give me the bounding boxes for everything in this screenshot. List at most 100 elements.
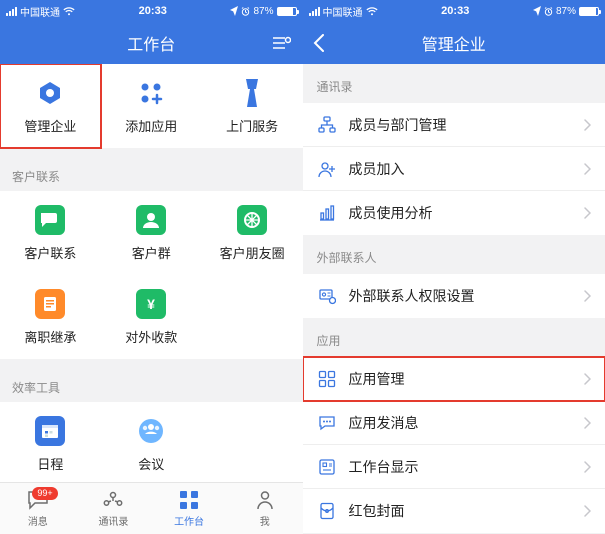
carrier-label: 中国联通	[323, 4, 363, 19]
onsite-service-icon	[237, 78, 267, 108]
tile-label: 离职继承	[24, 327, 76, 346]
row-ext-perm[interactable]: 外部联系人权限设置	[303, 274, 605, 318]
battery-label: 87%	[253, 6, 273, 17]
section-efficiency-title: 效率工具	[0, 369, 303, 402]
member-dept-icon	[317, 115, 337, 135]
row-label: 成员使用分析	[349, 203, 585, 223]
row-label: 成员与部门管理	[349, 115, 585, 135]
tab-me-icon	[254, 489, 276, 511]
signal-icon	[309, 7, 320, 16]
carrier-label: 中国联通	[20, 4, 60, 19]
external-collect-icon: ¥	[136, 289, 166, 319]
tab-label: 我	[260, 513, 270, 528]
tile-label: 客户群	[132, 243, 171, 262]
row-label: 应用管理	[349, 369, 585, 389]
top-grid: 管理企业 添加应用 上门服务	[0, 64, 303, 148]
member-join-icon	[317, 159, 337, 179]
customer-grid: 客户联系 客户群 客户朋友圈 离职继承 ¥ 对外收款	[0, 191, 303, 359]
svg-text:¥: ¥	[147, 296, 155, 312]
row-member-dept[interactable]: 成员与部门管理	[303, 103, 605, 147]
tile-leave-inherit[interactable]: 离职继承	[0, 275, 101, 359]
signal-icon	[6, 7, 17, 16]
row-app-manage[interactable]: 应用管理	[303, 357, 605, 401]
customer-group-icon	[136, 205, 166, 235]
ext-perm-icon	[317, 286, 337, 306]
red-cover-icon	[317, 501, 337, 521]
tab-bar: 消息 99+ 通讯录 工作台 我	[0, 482, 303, 534]
row-label: 红包封面	[349, 501, 585, 521]
tab-label: 工作台	[174, 513, 204, 528]
tile-customer-group[interactable]: 客户群	[101, 191, 202, 275]
row-workbench-disp[interactable]: 工作台显示	[303, 445, 605, 489]
meeting-icon	[136, 416, 166, 446]
chevron-right-icon	[584, 163, 591, 175]
manage-body: 通讯录 成员与部门管理 成员加入 成员	[303, 64, 605, 534]
app-send-icon	[317, 413, 337, 433]
battery-icon	[277, 7, 297, 16]
tab-label: 消息	[28, 513, 48, 528]
battery-icon	[579, 7, 599, 16]
schedule-icon	[35, 416, 65, 446]
tab-contacts[interactable]: 通讯录	[76, 483, 152, 534]
tab-me[interactable]: 我	[227, 483, 303, 534]
tile-label: 上门服务	[226, 116, 278, 135]
add-app-icon	[136, 78, 166, 108]
status-bar: 中国联通 20:33 87%	[303, 0, 605, 22]
workbench-disp-icon	[317, 457, 337, 477]
tab-work-icon	[178, 489, 200, 511]
section-customer-title: 客户联系	[0, 158, 303, 191]
wifi-icon	[366, 7, 378, 16]
tab-contacts-icon	[102, 489, 124, 511]
member-usage-icon	[317, 203, 337, 223]
settings-icon[interactable]	[273, 36, 291, 50]
tile-schedule[interactable]: 日程	[0, 402, 101, 482]
group-title: 外部联系人	[303, 235, 605, 274]
row-member-usage[interactable]: 成员使用分析	[303, 191, 605, 235]
tile-customer-contact[interactable]: 客户联系	[0, 191, 101, 275]
chevron-right-icon	[584, 119, 591, 131]
phone-workbench: 中国联通 20:33 87% 工作台 管理企业 添	[0, 0, 303, 534]
location-icon	[533, 6, 541, 16]
row-label: 应用发消息	[349, 413, 585, 433]
tile-onsite-service[interactable]: 上门服务	[202, 64, 303, 148]
tile-customer-moments[interactable]: 客户朋友圈	[202, 191, 303, 275]
app-manage-icon	[317, 369, 337, 389]
chevron-right-icon	[584, 207, 591, 219]
back-icon[interactable]	[313, 34, 324, 52]
tile-meeting[interactable]: 会议	[101, 402, 202, 482]
row-label: 工作台显示	[349, 457, 585, 477]
tile-label: 客户联系	[24, 243, 76, 262]
row-member-join[interactable]: 成员加入	[303, 147, 605, 191]
nav-bar: 管理企业	[303, 22, 605, 64]
tile-label: 管理企业	[24, 116, 76, 135]
tab-work[interactable]: 工作台	[151, 483, 227, 534]
tile-manage-enterprise[interactable]: 管理企业	[0, 64, 101, 148]
tile-add-app[interactable]: 添加应用	[101, 64, 202, 148]
row-label: 外部联系人权限设置	[349, 286, 585, 306]
wifi-icon	[63, 7, 75, 16]
chevron-right-icon	[584, 505, 591, 517]
tile-label: 对外收款	[125, 327, 177, 346]
customer-moments-icon	[237, 205, 267, 235]
tile-label: 客户朋友圈	[220, 243, 285, 262]
tile-external-collect[interactable]: ¥ 对外收款	[101, 275, 202, 359]
tile-label: 日程	[37, 454, 63, 473]
row-app-send[interactable]: 应用发消息	[303, 401, 605, 445]
chevron-right-icon	[584, 373, 591, 385]
tab-msg[interactable]: 消息 99+	[0, 483, 76, 534]
row-red-cover[interactable]: 红包封面	[303, 489, 605, 533]
manage-enterprise-icon	[35, 78, 65, 108]
tile-label: 会议	[138, 454, 164, 473]
status-bar: 中国联通 20:33 87%	[0, 0, 303, 22]
alarm-icon	[544, 7, 553, 16]
customer-contact-icon	[35, 205, 65, 235]
clock-label: 20:33	[139, 5, 167, 17]
nav-bar: 工作台	[0, 22, 303, 64]
page-title: 工作台	[127, 31, 175, 55]
leave-inherit-icon	[35, 289, 65, 319]
workbench-body: 管理企业 添加应用 上门服务 客户联系 客户联系 客户群 客户朋友圈 离职继承 ¥…	[0, 64, 303, 482]
group-title: 通讯录	[303, 64, 605, 103]
efficiency-grid: 日程 会议	[0, 402, 303, 482]
group-title: 应用	[303, 318, 605, 357]
phone-manage: 中国联通 20:33 87% 管理企业 通讯录 成员与部门管理	[303, 0, 605, 534]
